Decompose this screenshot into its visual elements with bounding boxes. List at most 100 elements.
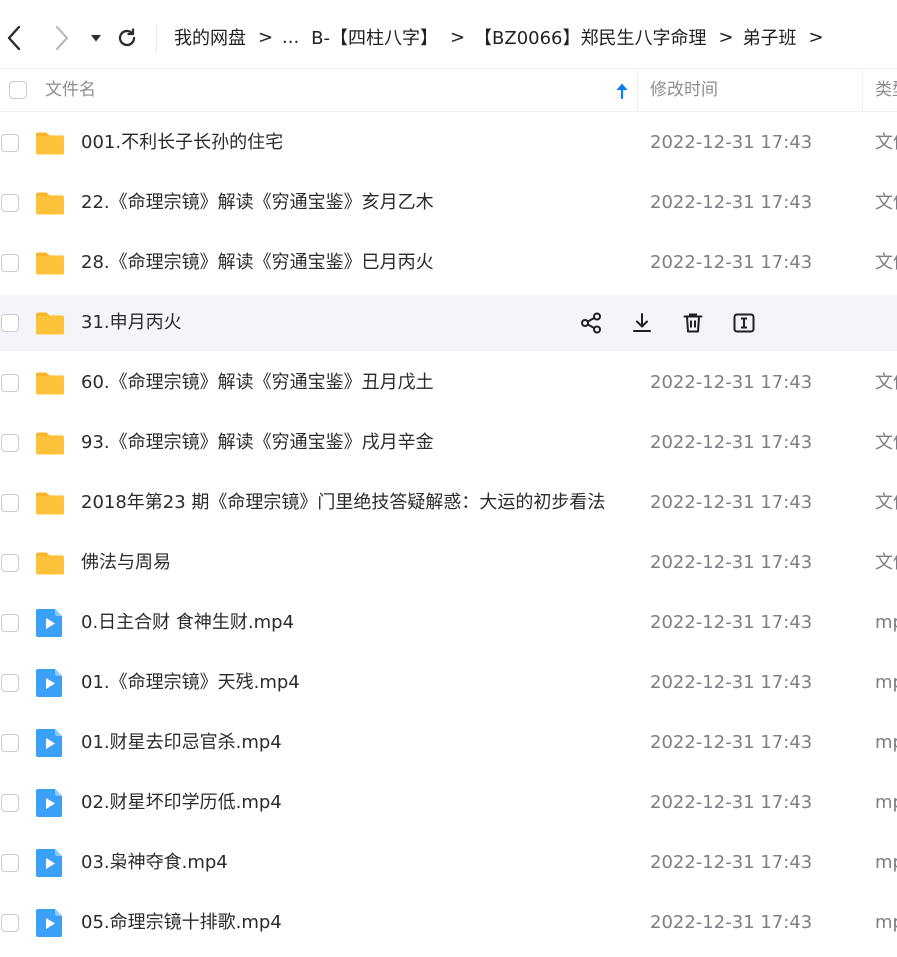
- forward-button[interactable]: [48, 18, 76, 58]
- folder-icon: [36, 492, 64, 515]
- row-checkbox[interactable]: [1, 314, 19, 332]
- breadcrumb-item-my-drive[interactable]: 我的网盘: [174, 24, 246, 50]
- folder-row[interactable]: 001.不利长子长孙的住宅 2022-12-31 17:43 文件夹: [0, 115, 897, 171]
- modified-time: 2022-12-31 17:43: [650, 852, 813, 873]
- breadcrumb-separator: >: [258, 26, 274, 48]
- breadcrumb-separator: >: [718, 26, 734, 48]
- row-checkbox[interactable]: [1, 554, 19, 572]
- file-name[interactable]: 28.《命理宗镜》解读《穷通宝鉴》巳月丙火: [81, 235, 434, 291]
- breadcrumb-separator: >: [808, 26, 824, 48]
- folder-icon: [36, 432, 64, 455]
- file-type: mp4: [875, 852, 897, 873]
- file-row[interactable]: 02.财星坏印学历低.mp4 2022-12-31 17:43 mp4: [0, 775, 897, 831]
- refresh-button[interactable]: [112, 18, 142, 58]
- video-file-icon: [36, 609, 62, 637]
- video-file-icon: [36, 669, 62, 697]
- file-name[interactable]: 01.《命理宗镜》天残.mp4: [81, 655, 300, 711]
- back-button[interactable]: [0, 18, 28, 58]
- file-name[interactable]: 22.《命理宗镜》解读《穷通宝鉴》亥月乙木: [81, 175, 434, 231]
- modified-time: 2022-12-31 17:43: [650, 132, 813, 153]
- file-type: mp4: [875, 732, 897, 753]
- row-actions: [578, 295, 782, 351]
- video-file-icon: [36, 909, 62, 937]
- breadcrumb-item-bazi[interactable]: B-【四柱八字】: [311, 24, 438, 50]
- breadcrumb-item-bz0066[interactable]: 【BZ0066】郑民生八字命理: [474, 24, 707, 50]
- file-row[interactable]: 0.日主合财 食神生财.mp4 2022-12-31 17:43 mp4: [0, 595, 897, 651]
- file-row[interactable]: 05.命理宗镜十排歌.mp4 2022-12-31 17:43 mp4: [0, 895, 897, 951]
- folder-row[interactable]: 93.《命理宗镜》解读《穷通宝鉴》戌月辛金 2022-12-31 17:43 文件夹: [0, 415, 897, 471]
- file-type: 文件夹: [875, 192, 897, 213]
- modified-time: 2022-12-31 17:43: [650, 912, 813, 933]
- file-type: mp4: [875, 792, 897, 813]
- modified-time: 2022-12-31 17:43: [650, 792, 813, 813]
- download-button[interactable]: [629, 310, 655, 336]
- modified-time: 2022-12-31 17:43: [650, 432, 813, 453]
- file-type: 文件夹: [875, 432, 897, 453]
- row-checkbox[interactable]: [1, 614, 19, 632]
- column-header-time[interactable]: 修改时间: [650, 69, 718, 112]
- file-name[interactable]: 01.财星去印忌官杀.mp4: [81, 715, 282, 771]
- folder-row[interactable]: 31.申月丙火: [0, 295, 897, 351]
- file-name[interactable]: 93.《命理宗镜》解读《穷通宝鉴》戌月辛金: [81, 415, 434, 471]
- rename-icon: [732, 311, 756, 335]
- row-checkbox[interactable]: [1, 734, 19, 752]
- row-checkbox[interactable]: [1, 374, 19, 392]
- select-all-checkbox[interactable]: [9, 81, 27, 99]
- folder-row[interactable]: 佛法与周易 2022-12-31 17:43 文件夹: [0, 535, 897, 591]
- file-name[interactable]: 02.财星坏印学历低.mp4: [81, 775, 282, 831]
- row-checkbox[interactable]: [1, 254, 19, 272]
- breadcrumb-item-disciple-class[interactable]: 弟子班: [743, 24, 797, 50]
- row-checkbox[interactable]: [1, 854, 19, 872]
- file-name[interactable]: 0.日主合财 食神生财.mp4: [81, 595, 294, 651]
- file-type: 文件夹: [875, 132, 897, 153]
- file-type: 文件夹: [875, 252, 897, 273]
- row-checkbox[interactable]: [1, 914, 19, 932]
- file-type: 文件夹: [875, 492, 897, 513]
- file-type: mp4: [875, 912, 897, 933]
- column-divider[interactable]: [862, 69, 863, 112]
- column-header-name[interactable]: 文件名: [45, 69, 96, 112]
- file-name[interactable]: 2018年第23 期《命理宗镜》门里绝技答疑解惑：大运的初步看法: [81, 475, 605, 531]
- folder-row[interactable]: 2018年第23 期《命理宗镜》门里绝技答疑解惑：大运的初步看法 2022-12-…: [0, 475, 897, 531]
- file-name[interactable]: 001.不利长子长孙的住宅: [81, 115, 283, 171]
- file-name[interactable]: 05.命理宗镜十排歌.mp4: [81, 895, 282, 951]
- history-dropdown-button[interactable]: [84, 18, 108, 58]
- row-checkbox[interactable]: [1, 134, 19, 152]
- breadcrumb: 我的网盘 > ... B-【四柱八字】 > 【BZ0066】郑民生八字命理 > …: [174, 22, 833, 52]
- file-name[interactable]: 60.《命理宗镜》解读《穷通宝鉴》丑月戊土: [81, 355, 434, 411]
- video-file-icon: [36, 789, 62, 817]
- arrow-up-icon[interactable]: [615, 83, 629, 99]
- folder-icon: [36, 552, 64, 575]
- file-row[interactable]: 03.枭神夺食.mp4 2022-12-31 17:43 mp4: [0, 835, 897, 891]
- toolbar-divider: [156, 24, 157, 52]
- column-divider[interactable]: [637, 69, 638, 112]
- folder-row[interactable]: 28.《命理宗镜》解读《穷通宝鉴》巳月丙火 2022-12-31 17:43 文件夹: [0, 235, 897, 291]
- delete-button[interactable]: [680, 310, 706, 336]
- modified-time: 2022-12-31 17:43: [650, 552, 813, 573]
- modified-time: 2022-12-31 17:43: [650, 492, 813, 513]
- file-row[interactable]: 01.《命理宗镜》天残.mp4 2022-12-31 17:43 mp4: [0, 655, 897, 711]
- file-row[interactable]: 01.财星去印忌官杀.mp4 2022-12-31 17:43 mp4: [0, 715, 897, 771]
- file-name[interactable]: 31.申月丙火: [81, 295, 182, 351]
- folder-row[interactable]: 60.《命理宗镜》解读《穷通宝鉴》丑月戊土 2022-12-31 17:43 文件夹: [0, 355, 897, 411]
- row-checkbox[interactable]: [1, 794, 19, 812]
- folder-row[interactable]: 22.《命理宗镜》解读《穷通宝鉴》亥月乙木 2022-12-31 17:43 文件夹: [0, 175, 897, 231]
- file-name[interactable]: 佛法与周易: [81, 535, 171, 591]
- modified-time: 2022-12-31 17:43: [650, 732, 813, 753]
- row-checkbox[interactable]: [1, 674, 19, 692]
- column-header-type[interactable]: 类型: [875, 69, 897, 112]
- video-file-icon: [36, 729, 62, 757]
- row-checkbox[interactable]: [1, 194, 19, 212]
- folder-icon: [36, 132, 64, 155]
- caret-down-icon: [91, 35, 101, 42]
- modified-time: 2022-12-31 17:43: [650, 672, 813, 693]
- breadcrumb-separator: >: [450, 26, 466, 48]
- share-button[interactable]: [578, 310, 604, 336]
- breadcrumb-item-ellipsis[interactable]: ...: [282, 27, 299, 48]
- rename-button[interactable]: [731, 310, 757, 336]
- row-checkbox[interactable]: [1, 494, 19, 512]
- modified-time: 2022-12-31 17:43: [650, 252, 813, 273]
- modified-time: 2022-12-31 17:43: [650, 372, 813, 393]
- row-checkbox[interactable]: [1, 434, 19, 452]
- file-name[interactable]: 03.枭神夺食.mp4: [81, 835, 228, 891]
